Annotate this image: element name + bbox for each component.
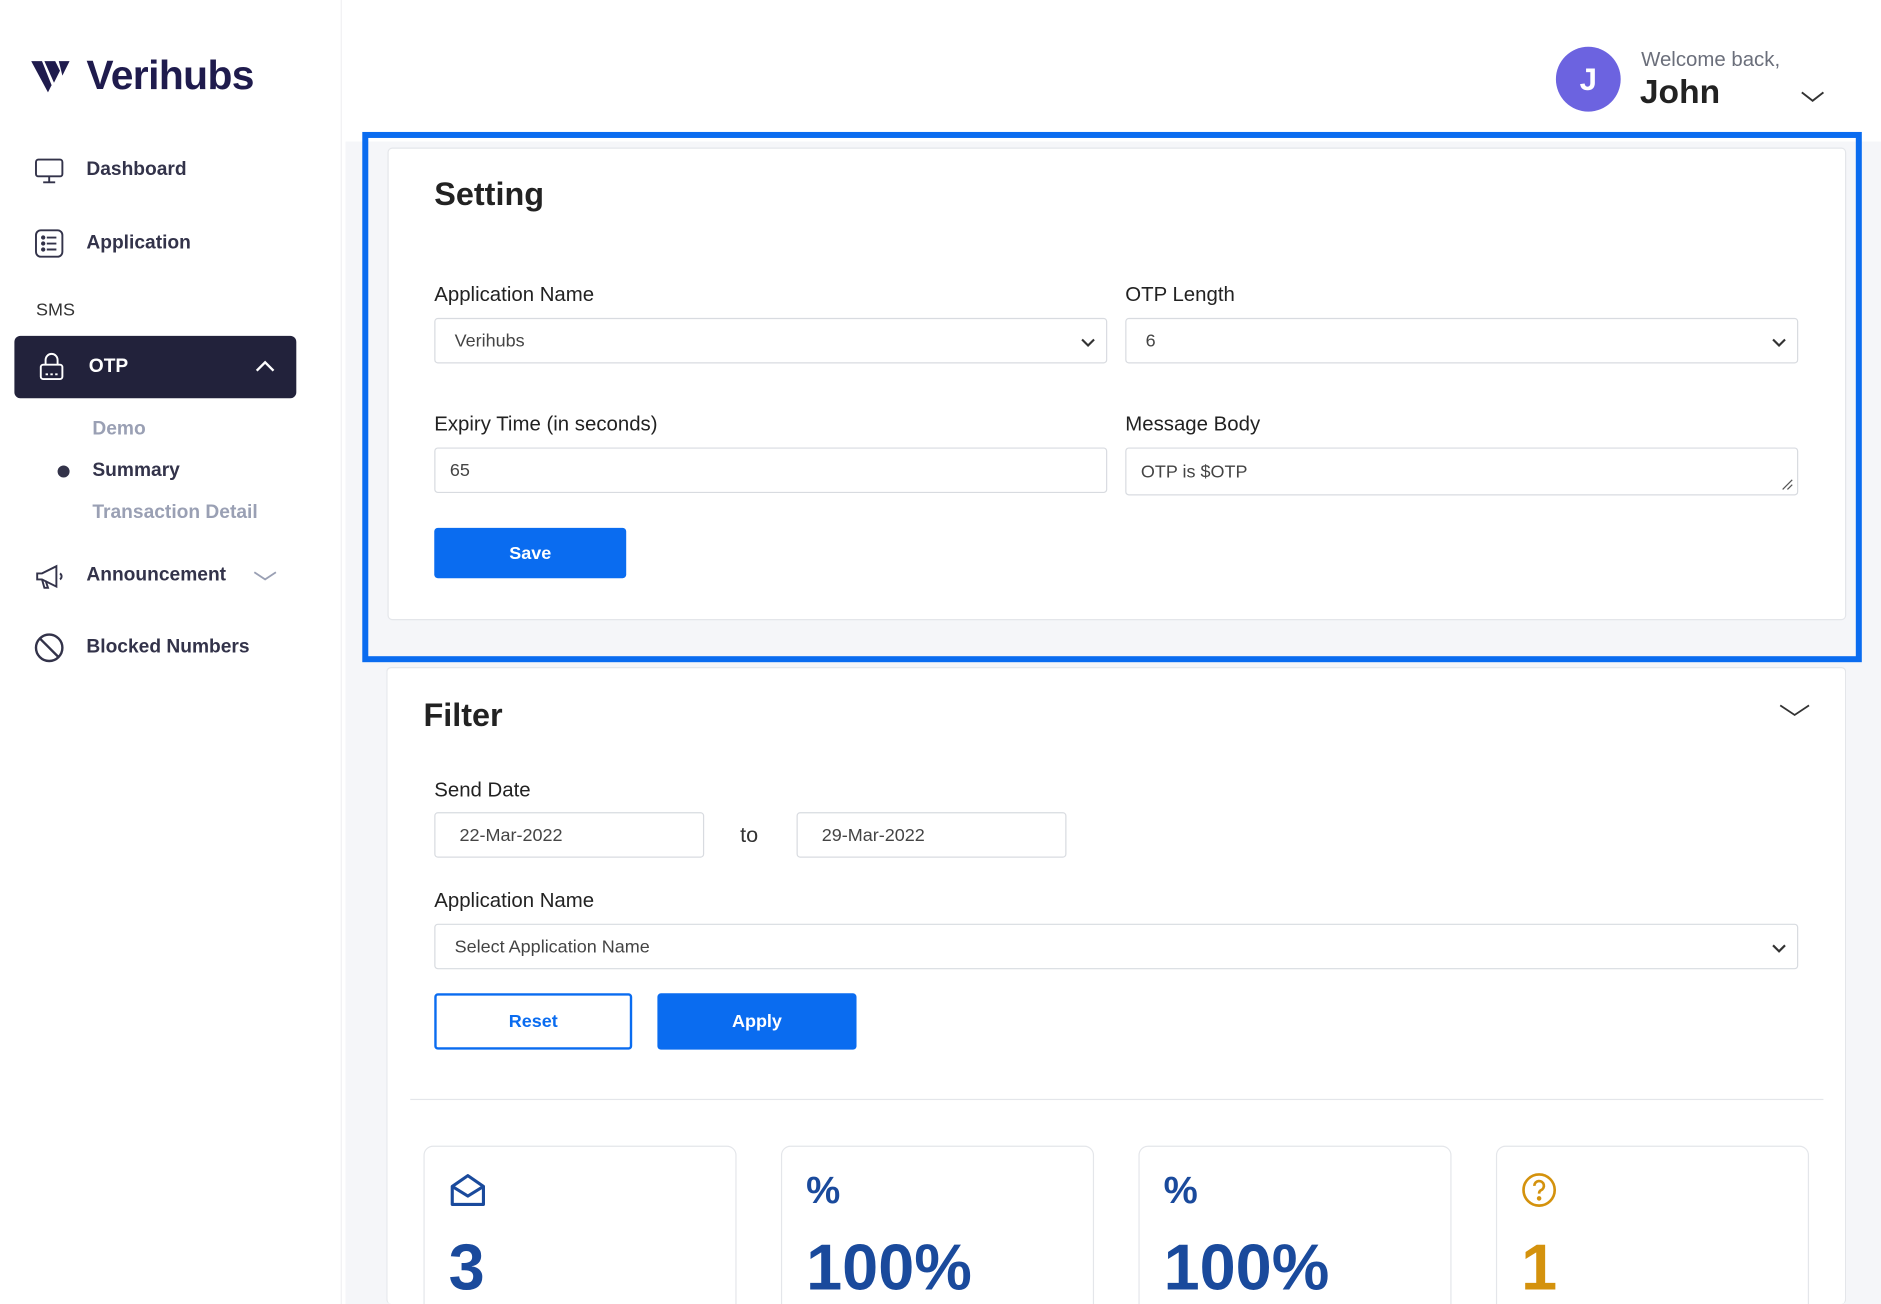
stat-card-percent-1: % 100%	[780, 1145, 1095, 1304]
sidebar-item-label: OTP	[88, 356, 129, 377]
filter-app-name-select[interactable]: Select Application Name	[434, 923, 1799, 970]
chevron-down-icon[interactable]	[252, 566, 278, 585]
sidebar-item-blocked-numbers[interactable]: Blocked Numbers	[34, 632, 250, 663]
section-label-sms: SMS	[35, 299, 75, 321]
stat-card-unknown: 1	[1495, 1145, 1810, 1304]
otp-length-label: OTP Length	[1125, 283, 1235, 306]
stat-value: 100%	[1163, 1232, 1330, 1304]
logo[interactable]: Verihubs	[31, 53, 254, 100]
app-root: Verihubs Dashboard Application SMS OTP D…	[0, 0, 1881, 1304]
message-body-value: OTP is $OTP	[1140, 461, 1248, 482]
otp-length-value: 6	[1145, 330, 1156, 351]
username: John	[1639, 73, 1721, 111]
sidebar-item-label: Blocked Numbers	[86, 636, 250, 658]
sidebar-item-label: Application	[86, 232, 191, 254]
block-icon	[34, 633, 64, 663]
sidebar-subitem-demo[interactable]: Demo	[92, 419, 145, 441]
sidebar-item-label: Announcement	[86, 565, 227, 586]
setting-title: Setting	[434, 176, 545, 213]
filter-title: Filter	[423, 696, 503, 733]
apply-button[interactable]: Apply	[657, 993, 857, 1050]
monitor-icon	[35, 158, 64, 184]
to-label: to	[740, 822, 759, 847]
expiry-input[interactable]: 65	[434, 447, 1108, 494]
chevron-down-icon	[1081, 338, 1095, 348]
lock-icon	[39, 352, 64, 381]
date-from-value: 22-Mar-2022	[459, 824, 563, 846]
list-icon	[35, 229, 64, 258]
filter-app-name-label: Application Name	[434, 888, 595, 912]
date-to-input[interactable]: 29-Mar-2022	[796, 812, 1067, 858]
message-body-textarea[interactable]: OTP is $OTP	[1125, 447, 1799, 496]
chevron-up-icon[interactable]	[253, 355, 277, 379]
stat-card-total: 3	[423, 1145, 737, 1304]
stat-card-percent-2: % 100%	[1138, 1145, 1452, 1304]
percent-icon: %	[806, 1168, 841, 1212]
brand-name: Verihubs	[86, 52, 254, 99]
expiry-value: 65	[449, 460, 470, 481]
megaphone-icon	[36, 564, 63, 589]
active-bullet	[57, 465, 70, 478]
stat-value: 3	[448, 1232, 485, 1304]
welcome-text: Welcome back,	[1641, 47, 1781, 71]
message-body-label: Message Body	[1125, 412, 1261, 436]
avatar[interactable]: J	[1555, 46, 1621, 112]
sidebar-item-dashboard[interactable]: Dashboard	[34, 155, 187, 186]
otp-length-select[interactable]: 6	[1125, 317, 1799, 364]
chevron-down-icon[interactable]	[1778, 701, 1812, 720]
filter-app-name-placeholder: Select Application Name	[454, 936, 650, 957]
save-button[interactable]: Save	[434, 527, 627, 579]
chevron-down-icon	[1772, 944, 1786, 953]
sidebar-subitem-summary[interactable]: Summary	[92, 461, 179, 483]
reset-button[interactable]: Reset	[434, 993, 633, 1050]
expiry-label: Expiry Time (in seconds)	[434, 412, 658, 436]
app-name-value: Verihubs	[454, 330, 525, 351]
sidebar-item-announcement[interactable]: Announcement	[34, 560, 226, 591]
sidebar-item-application[interactable]: Application	[34, 228, 191, 259]
question-circle-icon	[1521, 1171, 1559, 1209]
stat-value: 100%	[806, 1232, 972, 1304]
divider	[410, 1098, 1824, 1101]
app-name-select[interactable]: Verihubs	[434, 317, 1108, 364]
sidebar-item-otp[interactable]: OTP	[14, 335, 297, 399]
send-date-label: Send Date	[434, 778, 531, 802]
date-to-value: 29-Mar-2022	[821, 824, 925, 846]
percent-icon: %	[1163, 1168, 1198, 1212]
chevron-down-icon	[1772, 338, 1786, 348]
stat-value: 1	[1521, 1232, 1558, 1304]
date-from-input[interactable]: 22-Mar-2022	[434, 812, 705, 858]
envelope-open-icon	[449, 1171, 487, 1209]
verihubs-logo-icon	[31, 60, 70, 92]
sidebar-item-label: Dashboard	[86, 159, 187, 180]
resize-grip-icon[interactable]	[1781, 479, 1793, 491]
chevron-down-icon[interactable]	[1799, 89, 1825, 106]
sidebar: Verihubs Dashboard Application SMS OTP D…	[0, 0, 342, 1304]
app-name-label: Application Name	[434, 283, 595, 306]
sidebar-subitem-transaction-detail[interactable]: Transaction Detail	[92, 503, 257, 525]
